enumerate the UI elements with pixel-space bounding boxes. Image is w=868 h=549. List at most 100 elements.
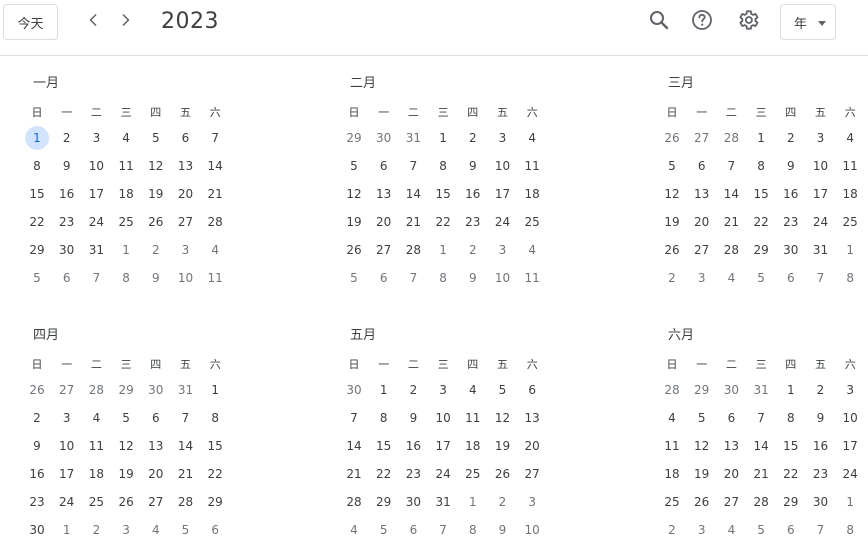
day-cell[interactable]: 28 [719,126,743,150]
day-cell[interactable]: 7 [84,266,108,290]
day-cell[interactable]: 2 [779,126,803,150]
day-cell[interactable]: 3 [174,238,198,262]
day-cell[interactable]: 16 [25,462,49,486]
day-cell[interactable]: 10 [491,154,515,178]
day-cell[interactable]: 5 [342,266,366,290]
day-cell[interactable]: 9 [491,518,515,542]
day-cell[interactable]: 24 [838,462,862,486]
day-cell[interactable]: 20 [174,182,198,206]
day-cell[interactable]: 8 [114,266,138,290]
day-cell[interactable]: 10 [838,406,862,430]
day-cell[interactable]: 27 [520,462,544,486]
day-cell[interactable]: 25 [114,210,138,234]
day-cell[interactable]: 30 [372,126,396,150]
day-cell[interactable]: 22 [749,210,773,234]
day-cell[interactable]: 29 [203,490,227,514]
day-cell[interactable]: 24 [809,210,833,234]
day-cell[interactable]: 14 [719,182,743,206]
today-day-cell[interactable]: 1 [25,126,49,150]
day-cell[interactable]: 5 [690,406,714,430]
day-cell[interactable]: 11 [461,406,485,430]
search-button[interactable] [644,7,674,37]
day-cell[interactable]: 11 [660,434,684,458]
day-cell[interactable]: 3 [491,238,515,262]
day-cell[interactable]: 7 [719,154,743,178]
day-cell[interactable]: 8 [372,406,396,430]
day-cell[interactable]: 21 [401,210,425,234]
day-cell[interactable]: 7 [174,406,198,430]
day-cell[interactable]: 30 [342,378,366,402]
day-cell[interactable]: 2 [491,490,515,514]
day-cell[interactable]: 4 [520,238,544,262]
day-cell[interactable]: 2 [461,126,485,150]
day-cell[interactable]: 28 [719,238,743,262]
day-cell[interactable]: 17 [809,182,833,206]
month-title[interactable]: 五月 [350,324,376,343]
day-cell[interactable]: 12 [491,406,515,430]
day-cell[interactable]: 28 [342,490,366,514]
day-cell[interactable]: 30 [25,518,49,542]
day-cell[interactable]: 8 [461,518,485,542]
day-cell[interactable]: 6 [520,378,544,402]
day-cell[interactable]: 22 [25,210,49,234]
day-cell[interactable]: 30 [401,490,425,514]
day-cell[interactable]: 9 [461,154,485,178]
day-cell[interactable]: 16 [55,182,79,206]
day-cell[interactable]: 31 [749,378,773,402]
day-cell[interactable]: 13 [520,406,544,430]
day-cell[interactable]: 21 [203,182,227,206]
day-cell[interactable]: 26 [342,238,366,262]
day-cell[interactable]: 22 [431,210,455,234]
next-year-button[interactable] [110,7,140,37]
day-cell[interactable]: 19 [690,462,714,486]
day-cell[interactable]: 12 [342,182,366,206]
day-cell[interactable]: 8 [779,406,803,430]
day-cell[interactable]: 5 [660,154,684,178]
day-cell[interactable]: 11 [84,434,108,458]
day-cell[interactable]: 27 [719,490,743,514]
day-cell[interactable]: 23 [461,210,485,234]
day-cell[interactable]: 5 [491,378,515,402]
day-cell[interactable]: 8 [749,154,773,178]
day-cell[interactable]: 27 [690,126,714,150]
day-cell[interactable]: 15 [779,434,803,458]
day-cell[interactable]: 13 [174,154,198,178]
day-cell[interactable]: 10 [84,154,108,178]
day-cell[interactable]: 31 [401,126,425,150]
day-cell[interactable]: 4 [144,518,168,542]
day-cell[interactable]: 25 [461,462,485,486]
day-cell[interactable]: 24 [491,210,515,234]
day-cell[interactable]: 1 [431,238,455,262]
day-cell[interactable]: 27 [174,210,198,234]
day-cell[interactable]: 30 [719,378,743,402]
day-cell[interactable]: 11 [520,266,544,290]
day-cell[interactable]: 6 [690,154,714,178]
day-cell[interactable]: 25 [660,490,684,514]
day-cell[interactable]: 14 [203,154,227,178]
day-cell[interactable]: 3 [55,406,79,430]
day-cell[interactable]: 7 [342,406,366,430]
day-cell[interactable]: 27 [55,378,79,402]
day-cell[interactable]: 7 [809,266,833,290]
day-cell[interactable]: 26 [690,490,714,514]
day-cell[interactable]: 2 [660,518,684,542]
day-cell[interactable]: 17 [431,434,455,458]
day-cell[interactable]: 21 [342,462,366,486]
day-cell[interactable]: 28 [203,210,227,234]
day-cell[interactable]: 29 [114,378,138,402]
day-cell[interactable]: 11 [114,154,138,178]
day-cell[interactable]: 10 [55,434,79,458]
settings-button[interactable] [733,7,763,37]
day-cell[interactable]: 23 [779,210,803,234]
day-cell[interactable]: 22 [779,462,803,486]
help-button[interactable] [687,7,717,37]
day-cell[interactable]: 3 [491,126,515,150]
day-cell[interactable]: 26 [660,238,684,262]
day-cell[interactable]: 8 [431,154,455,178]
day-cell[interactable]: 29 [342,126,366,150]
day-cell[interactable]: 15 [749,182,773,206]
day-cell[interactable]: 10 [491,266,515,290]
day-cell[interactable]: 4 [838,126,862,150]
day-cell[interactable]: 14 [749,434,773,458]
day-cell[interactable]: 29 [779,490,803,514]
